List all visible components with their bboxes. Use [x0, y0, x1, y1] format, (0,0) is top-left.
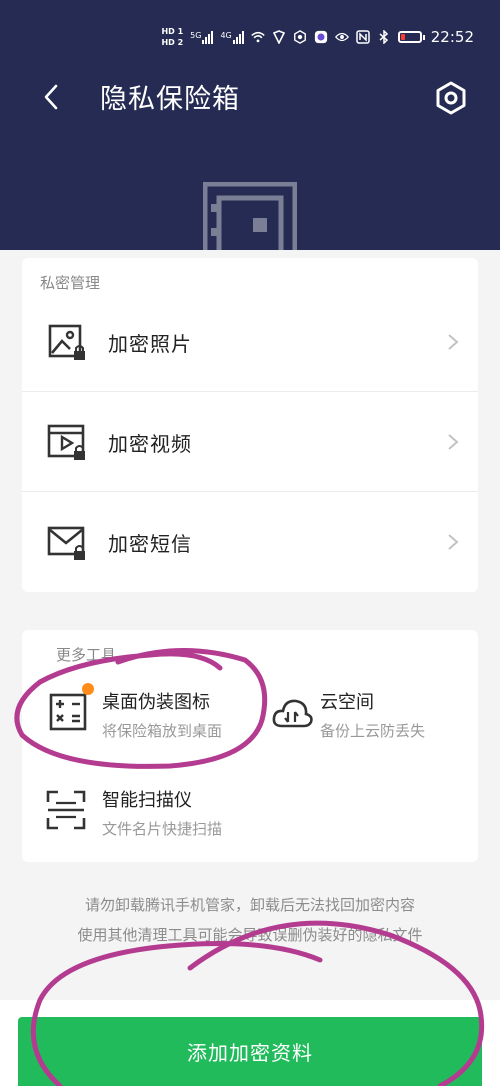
chevron-right-icon — [448, 534, 459, 550]
video-lock-icon — [47, 424, 85, 460]
header-bar: HD 1 HD 2 5G 4G 22:52 隐私保险箱 — [0, 0, 500, 250]
scan-icon — [46, 790, 86, 830]
safe-illustration — [203, 182, 297, 250]
encrypted-videos-label: 加密视频 — [108, 431, 192, 456]
app-notification-icon — [293, 30, 307, 44]
hd1-label: HD 1 — [161, 27, 184, 36]
network2-label: 4G — [220, 30, 232, 40]
smart-scanner-subtitle: 文件名片快捷扫描 — [102, 820, 223, 838]
list-item-encrypted-messages[interactable]: 加密短信 — [22, 492, 478, 592]
tool-disguise-icon[interactable]: 桌面伪装图标 将保险箱放到桌面 — [22, 670, 250, 760]
clock: 22:52 — [430, 28, 474, 46]
network1-label: 5G — [190, 30, 202, 40]
hexagon-gear-icon — [436, 81, 466, 115]
more-tools-card: 更多工具 桌面伪装图标 将保险箱放到桌面 云空间 备份上云防丢失 智能扫描仪 文… — [22, 630, 478, 862]
new-badge-dot — [82, 683, 94, 695]
tool-cloud-space[interactable]: 云空间 备份上云防丢失 — [250, 670, 478, 760]
chevron-left-icon — [44, 84, 58, 110]
bluetooth-icon — [377, 30, 391, 44]
eye-icon — [334, 30, 349, 44]
wifi-icon — [251, 30, 265, 44]
settings-button[interactable] — [432, 79, 470, 117]
purple-app-icon — [314, 30, 328, 44]
shield-icon — [272, 30, 286, 44]
photo-lock-icon — [48, 324, 85, 360]
footer-note-line1: 请勿卸载腾讯手机管家，卸载后无法找回加密内容 — [84, 896, 415, 914]
disguise-icon-subtitle: 将保险箱放到桌面 — [102, 722, 223, 740]
chevron-right-icon — [448, 434, 459, 450]
back-button[interactable] — [34, 80, 68, 114]
list-item-encrypted-photos[interactable]: 加密照片 — [22, 292, 478, 392]
page-title: 隐私保险箱 — [100, 84, 240, 115]
section-label-private: 私密管理 — [40, 274, 101, 292]
hd2-label: HD 2 — [161, 38, 184, 47]
private-management-card: 私密管理 加密照片 加密视频 加密短信 — [22, 258, 478, 592]
cloud-sync-icon — [272, 699, 313, 728]
signal-1-icon: 5G — [190, 30, 214, 44]
hd-indicator: HD 1 HD 2 — [161, 26, 183, 48]
calculator-icon — [49, 693, 87, 731]
encrypted-photos-label: 加密照片 — [108, 331, 192, 356]
cloud-space-subtitle: 备份上云防丢失 — [320, 722, 426, 740]
chevron-right-icon — [448, 334, 459, 350]
signal-2-icon: 4G — [220, 30, 244, 44]
footer-note-line2: 使用其他清理工具可能会导致误删伪装好的隐私文件 — [77, 926, 423, 944]
nfc-icon — [356, 30, 370, 44]
battery-icon — [397, 31, 425, 43]
list-item-encrypted-videos[interactable]: 加密视频 — [22, 392, 478, 492]
add-encrypted-data-button[interactable]: 添加加密资料 — [18, 1017, 482, 1086]
status-bar: HD 1 HD 2 5G 4G 22:52 — [161, 22, 474, 52]
tool-smart-scanner[interactable]: 智能扫描仪 文件名片快捷扫描 — [22, 770, 250, 860]
message-lock-icon — [47, 526, 85, 560]
cloud-space-title: 云空间 — [320, 692, 374, 713]
section-label-tools: 更多工具 — [56, 646, 117, 664]
encrypted-messages-label: 加密短信 — [108, 531, 192, 556]
smart-scanner-title: 智能扫描仪 — [102, 790, 192, 811]
disguise-icon-title: 桌面伪装图标 — [102, 692, 210, 713]
